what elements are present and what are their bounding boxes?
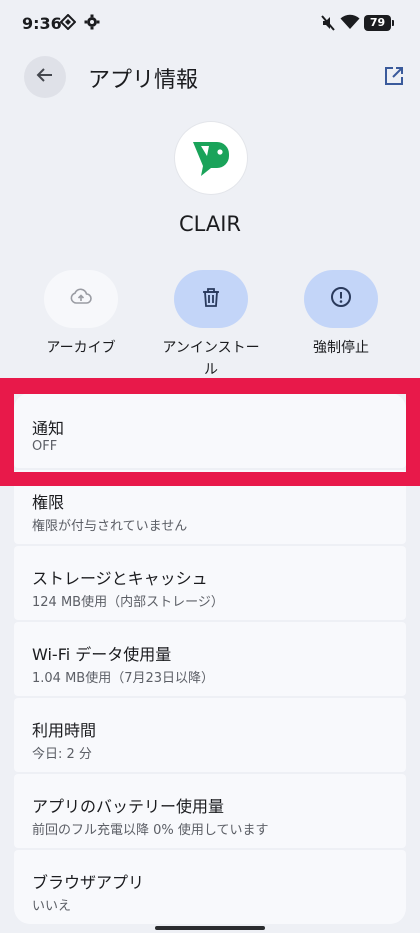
mute-icon <box>320 14 336 36</box>
status-bar: 9:36 79 <box>0 0 420 48</box>
storage-cache-item[interactable]: ストレージとキャッシュ 124 MB使用（内部ストレージ） <box>14 546 406 620</box>
open-app-button[interactable] <box>380 64 408 92</box>
settings-gear-icon <box>84 14 100 34</box>
storage-cache-status: 124 MB使用（内部ストレージ） <box>32 595 224 610</box>
battery-usage-item[interactable]: アプリのバッテリー使用量 前回のフル充電以降 0% 使用しています <box>14 774 406 848</box>
archive-label: アーカイブ <box>46 340 116 356</box>
home-indicator[interactable] <box>155 926 265 930</box>
uninstall-action: アンインストール <box>146 270 276 381</box>
force-stop-button[interactable] <box>304 270 378 328</box>
archive-button[interactable] <box>44 270 118 328</box>
browser-app-status: いいえ <box>32 899 72 914</box>
browser-app-title: ブラウザアプリ <box>32 873 145 892</box>
battery-usage-title: アプリのバッテリー使用量 <box>32 797 225 816</box>
app-icon <box>175 122 247 194</box>
permissions-status: 権限が付与されていません <box>32 519 188 534</box>
screen-time-item[interactable]: 利用時間 今日: 2 分 <box>14 698 406 772</box>
page-title: アプリ情報 <box>88 68 199 93</box>
wifi-data-usage-status: 1.04 MB使用（7月23日以降） <box>32 671 215 686</box>
app-name: CLAIR <box>179 212 241 236</box>
wifi-icon <box>340 14 360 34</box>
app-info-screen: 9:36 79 アプリ情報 CLAIR アーカイブ アンインストール 強制停止 … <box>0 0 420 933</box>
wifi-data-usage-title: Wi-Fi データ使用量 <box>32 645 172 664</box>
battery-usage-status: 前回のフル充電以降 0% 使用しています <box>32 823 269 838</box>
highlight-box <box>0 378 420 486</box>
vpn-diamond-icon <box>59 13 77 34</box>
storage-cache-title: ストレージとキャッシュ <box>32 569 208 588</box>
screen-time-status: 今日: 2 分 <box>32 747 92 762</box>
back-button[interactable] <box>24 56 66 98</box>
status-time: 9:36 <box>22 14 62 33</box>
wifi-data-usage-item[interactable]: Wi-Fi データ使用量 1.04 MB使用（7月23日以降） <box>14 622 406 696</box>
force-stop-label: 強制停止 <box>313 340 369 356</box>
open-in-new-icon <box>383 65 405 91</box>
trash-icon <box>202 287 220 311</box>
archive-action: アーカイブ <box>16 270 146 359</box>
uninstall-label: アンインストール <box>162 340 260 378</box>
force-stop-action: 強制停止 <box>276 270 406 359</box>
battery-indicator: 79 <box>364 15 394 31</box>
arrow-back-icon <box>35 65 55 89</box>
clair-logo-icon <box>187 132 235 184</box>
uninstall-button[interactable] <box>174 270 248 328</box>
alert-circle-icon <box>330 286 352 312</box>
cloud-upload-icon <box>70 288 92 310</box>
screen-time-title: 利用時間 <box>32 721 97 740</box>
browser-app-item[interactable]: ブラウザアプリ いいえ <box>14 850 406 924</box>
permissions-title: 権限 <box>32 493 65 512</box>
